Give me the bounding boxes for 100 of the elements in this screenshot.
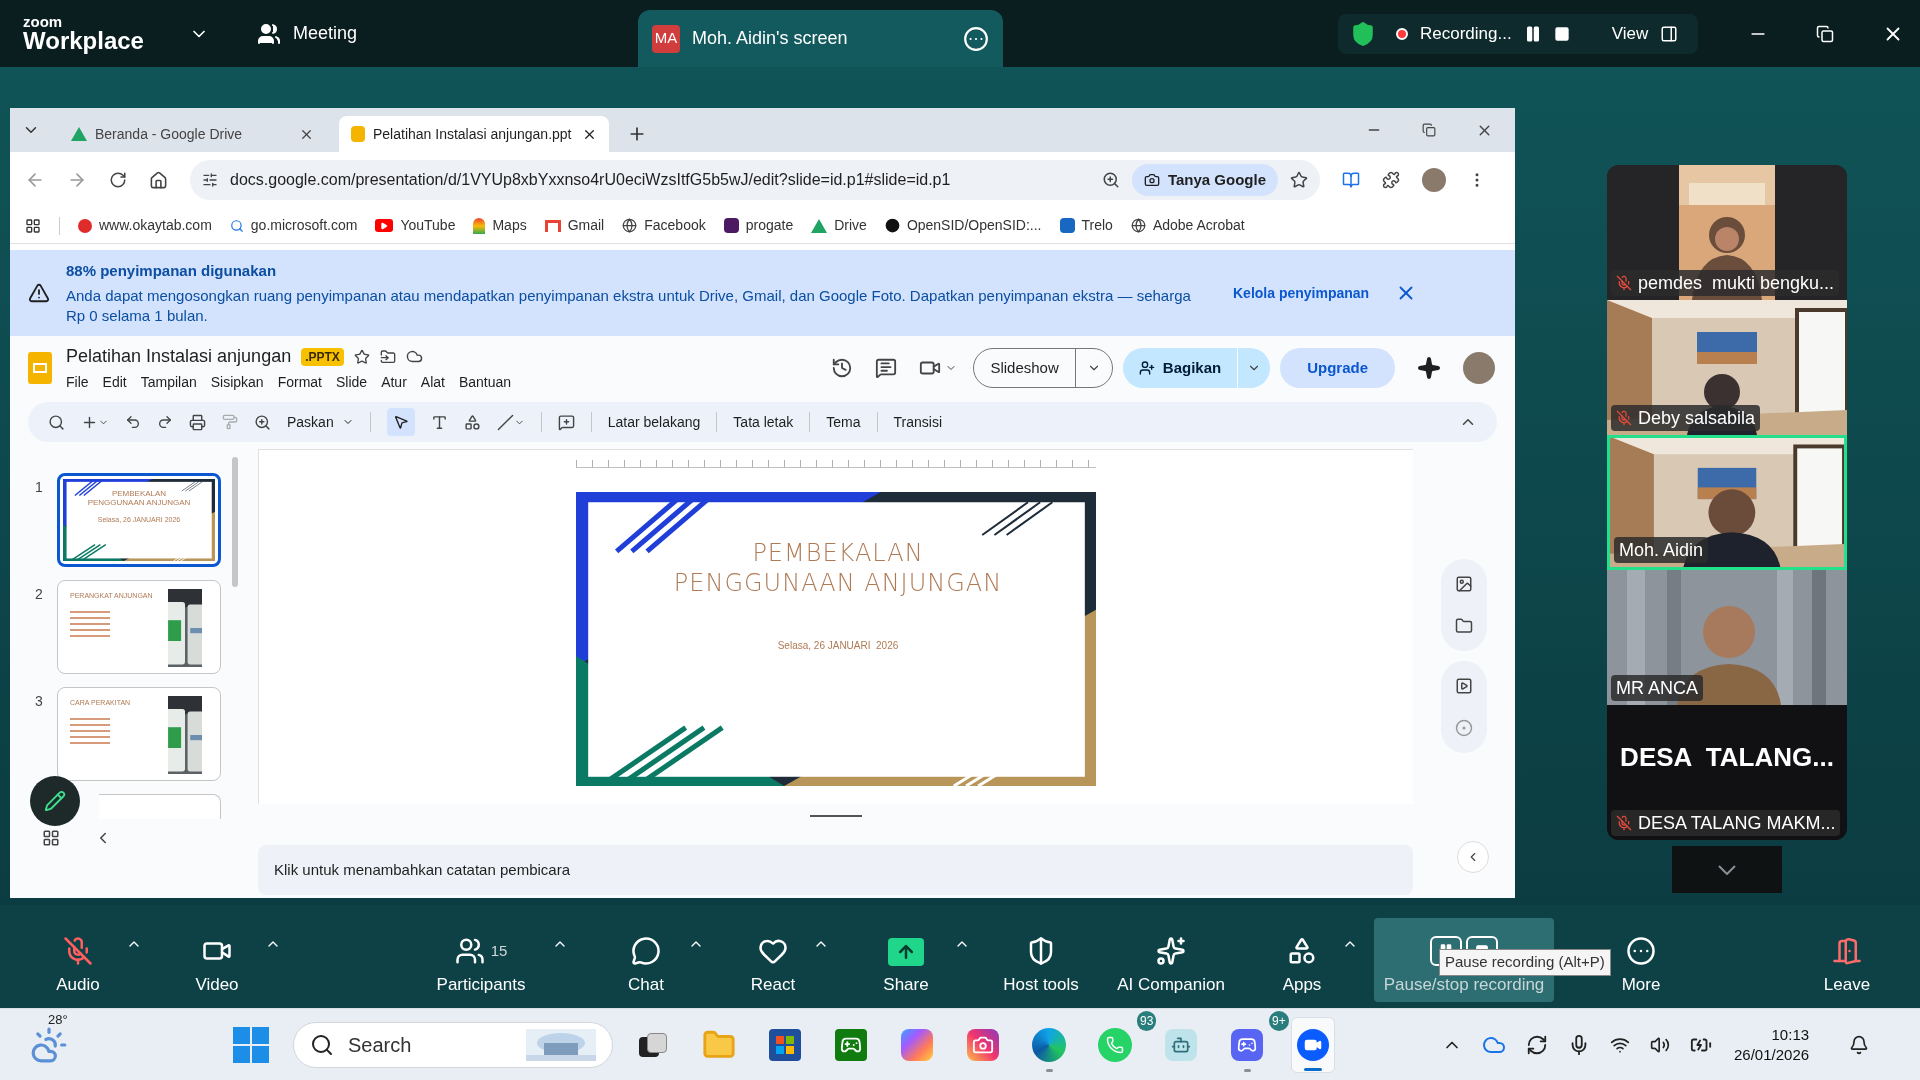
history-icon[interactable] (831, 357, 854, 379)
bookmark[interactable]: Maps (473, 215, 527, 236)
menu-item[interactable]: Bantuan (458, 372, 512, 393)
sparkle-icon[interactable] (1417, 356, 1441, 380)
menu-item[interactable]: Alat (420, 372, 445, 393)
video-tile[interactable]: DESA TALANG... DESA TALANG MAKM... (1607, 705, 1847, 840)
bookmark[interactable]: Trelo (1059, 215, 1113, 236)
bookmark[interactable]: OpenSID/OpenSID:... (884, 215, 1042, 236)
stop-icon[interactable] (1553, 25, 1570, 42)
participants-button[interactable]: 15 Participants (431, 917, 531, 1002)
home-icon[interactable] (149, 170, 168, 190)
apps-button[interactable]: Apps (1262, 917, 1342, 1002)
task-view-icon[interactable] (639, 1032, 667, 1057)
resize-handle[interactable] (809, 814, 862, 817)
speaker-notes-field[interactable]: Klik untuk menambahkan catatan pembicara (258, 845, 1413, 895)
upgrade-button[interactable]: Upgrade (1280, 348, 1395, 388)
more-icon[interactable] (963, 25, 989, 52)
meeting-tab[interactable]: Meeting (256, 0, 357, 67)
play-icon[interactable] (1455, 677, 1473, 695)
assistant-button[interactable]: AI Companion (1106, 917, 1236, 1002)
layout-icon[interactable] (1660, 24, 1679, 43)
menu-item[interactable]: Edit (102, 372, 127, 393)
shapes-icon[interactable] (463, 413, 481, 431)
clock-time[interactable]: 10:13 (1771, 1024, 1810, 1045)
cloud-icon[interactable] (405, 348, 423, 365)
bookmark[interactable]: YouTube (375, 215, 456, 236)
site-settings-icon[interactable] (202, 172, 218, 188)
video-camera-icon[interactable] (1297, 1028, 1329, 1061)
undo-icon[interactable] (125, 414, 141, 430)
menu-item[interactable]: Sisipkan (210, 372, 264, 393)
store-icon[interactable] (769, 1028, 801, 1061)
ask-google-chip[interactable]: Tanya Google (1131, 164, 1278, 196)
folder-icon[interactable] (1455, 617, 1473, 635)
comments-icon[interactable] (875, 357, 898, 379)
redo-icon[interactable] (157, 414, 173, 430)
toolbar-button[interactable]: Transisi (893, 411, 942, 433)
zoom-icon[interactable] (254, 413, 271, 431)
camera-button[interactable]: Video (169, 917, 265, 1002)
zoom-icon[interactable] (1101, 171, 1120, 189)
bookmark[interactable]: go.microsoft.com (229, 215, 358, 236)
apps-icon[interactable] (25, 217, 41, 234)
image-icon[interactable] (1455, 575, 1473, 593)
restore-icon[interactable] (1422, 123, 1436, 137)
menu-item[interactable]: Format (277, 372, 322, 393)
line-icon[interactable] (496, 413, 514, 431)
start-button[interactable] (233, 1026, 269, 1063)
toolbar-button[interactable]: Tema (826, 411, 861, 433)
video-tile[interactable]: MR ANCA (1607, 570, 1847, 705)
toolbar-button[interactable]: Latar belakang (607, 411, 701, 433)
text-box-icon[interactable] (430, 413, 448, 431)
star-icon[interactable] (1290, 171, 1308, 189)
toolbar-button[interactable]: Tata letak (733, 411, 794, 433)
menu-item[interactable]: Tampilan (140, 372, 197, 393)
star-icon[interactable] (353, 348, 370, 365)
move-folder-icon[interactable] (379, 348, 396, 365)
share-screen-button[interactable]: Share (866, 917, 946, 1002)
extensions-icon[interactable] (1382, 171, 1400, 189)
search-icon[interactable] (48, 413, 65, 431)
print-icon[interactable] (189, 413, 206, 431)
bookmark[interactable]: Facebook (622, 215, 706, 236)
address-bar[interactable]: docs.google.com/presentation/d/1VYUp8xbYxxnso4rU0eciWzsItfG5b5wJ/edit?slide=id.p1#slide=id.p1 Tanya Google (190, 160, 1320, 200)
browser-tab[interactable]: Beranda - Google Drive (59, 116, 326, 152)
bookmark[interactable]: progate (723, 215, 794, 236)
game-controller-icon[interactable] (835, 1028, 867, 1061)
reading-icon[interactable] (1342, 171, 1360, 189)
restore-icon[interactable] (1816, 24, 1834, 43)
menu-item[interactable]: File (66, 372, 89, 393)
reload-icon[interactable] (109, 171, 127, 189)
mute-button[interactable]: Audio (30, 917, 126, 1002)
game-chat-icon[interactable] (1231, 1028, 1263, 1061)
camera-icon[interactable] (967, 1028, 999, 1061)
profile-avatar[interactable] (1463, 352, 1495, 384)
slide[interactable]: PEMBEKALAN PENGGUNAAN ANJUNGAN Selasa, 26 JANUARI 2026 (576, 492, 1096, 786)
edit-pen-button[interactable] (30, 776, 80, 826)
host-tools-button[interactable]: Host tools (991, 917, 1091, 1002)
bookmark[interactable]: Adobe Acrobat (1130, 215, 1245, 236)
chat-button[interactable]: Chat (606, 917, 686, 1002)
document-title[interactable]: Pelatihan Instalasi anjungan (66, 343, 292, 370)
shared-screen-tab[interactable]: MA Moh. Aidin's screen (638, 10, 1003, 67)
view-button[interactable]: View (1611, 20, 1649, 47)
profile-avatar[interactable] (1422, 168, 1446, 192)
reactions-button[interactable]: React (733, 917, 813, 1002)
browser-tab[interactable]: Pelatihan Instalasi anjungan.ppt (339, 116, 609, 152)
sync-icon[interactable] (1526, 1033, 1548, 1056)
assistant-icon[interactable] (1165, 1028, 1197, 1061)
bookmark[interactable]: Drive (811, 215, 867, 236)
filmstrip-scrollbar[interactable] (232, 457, 238, 587)
bookmark[interactable]: Gmail (544, 215, 605, 236)
grid-view-icon[interactable] (42, 829, 60, 847)
menu-item[interactable]: Atur (381, 372, 407, 393)
speaker-icon[interactable] (1650, 1034, 1670, 1055)
video-tile[interactable]: Deby salsabila (1607, 300, 1847, 435)
weather-icon[interactable] (30, 1025, 68, 1064)
menu-item[interactable]: Slide (336, 372, 368, 393)
search-field[interactable]: Search (293, 1021, 613, 1068)
clock-date[interactable]: 26/01/2026 (1734, 1044, 1810, 1065)
zoom-dropdown[interactable]: Paskan (287, 411, 354, 433)
bookmark[interactable]: www.okaytab.com (78, 215, 212, 236)
leave-button[interactable]: Leave (1807, 917, 1887, 1002)
more-button[interactable]: More (1616, 917, 1666, 1002)
